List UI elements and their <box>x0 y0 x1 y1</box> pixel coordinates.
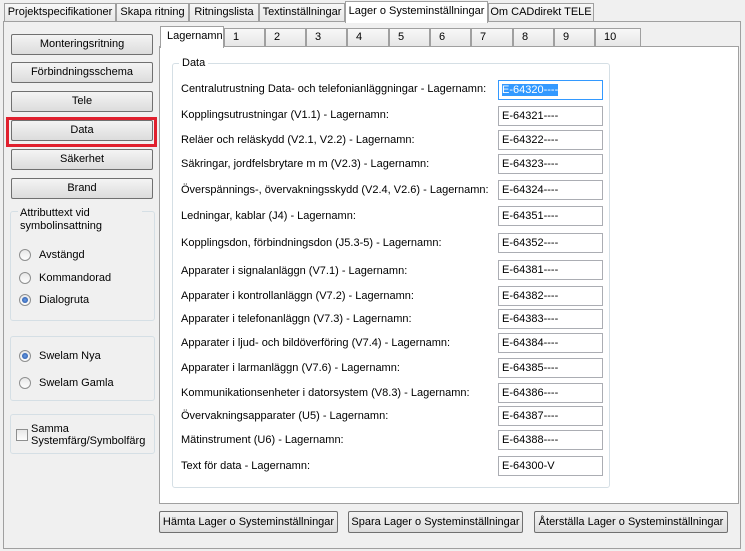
row-label: Kommunikationsenheter i datorsystem (V8.… <box>181 387 470 399</box>
lagernamn-input[interactable]: E-64381---- <box>498 260 603 280</box>
row-label: Reläer och reläskydd (V2.1, V2.2) - Lage… <box>181 134 415 146</box>
color-checkbox-group: Samma Systemfärg/Symbolfärg <box>10 414 155 454</box>
radio-circle[interactable] <box>19 249 31 261</box>
lagernamn-input[interactable]: E-64321---- <box>498 106 603 126</box>
radio-label: Swelam Gamla <box>39 377 114 389</box>
row-label: Övervakningsapparater (U5) - Lagernamn: <box>181 410 389 422</box>
row-label: Apparater i larmanläggn (V7.6) - Lagerna… <box>181 362 400 374</box>
checkbox-label: Samma Systemfärg/Symbolfärg <box>31 423 146 447</box>
lagernamn-input[interactable]: E-64386---- <box>498 383 603 403</box>
lagernamn-input[interactable]: E-64320---- <box>498 80 603 100</box>
lagernamn-input[interactable]: E-64322---- <box>498 130 603 150</box>
tab-om-caddirekt-tele[interactable]: Om CADdirekt TELE <box>488 3 594 22</box>
lagernamn-input[interactable]: E-64352---- <box>498 233 603 253</box>
row-label: Kopplingsdon, förbindningsdon (J5.3-5) -… <box>181 237 442 249</box>
radio-circle[interactable] <box>19 272 31 284</box>
radio-label: Dialogruta <box>39 294 90 306</box>
lagernamn-input[interactable]: E-64388---- <box>498 430 603 450</box>
lagernamn-input[interactable]: E-64383---- <box>498 309 603 329</box>
radio-circle-selected[interactable] <box>19 294 31 306</box>
tab-7[interactable]: 7 <box>471 28 513 47</box>
tab-2[interactable]: 2 <box>265 28 306 47</box>
forbindningsschema-button[interactable]: Förbindningsschema <box>11 62 153 83</box>
tab-lager-o-systeminstallningar[interactable]: Lager o Systeminställningar <box>345 1 488 23</box>
tab-1[interactable]: 1 <box>224 28 265 47</box>
row-label: Apparater i signalanläggn (V7.1) - Lager… <box>181 265 408 277</box>
tab-ritningslista[interactable]: Ritningslista <box>189 3 259 22</box>
lagernamn-input[interactable]: E-64324---- <box>498 180 603 200</box>
radio-label: Kommandorad <box>39 272 112 284</box>
lagernamn-input[interactable]: E-64382---- <box>498 286 603 306</box>
tab-textinstallningar[interactable]: Textinställningar <box>259 3 345 22</box>
lagernamn-input[interactable]: E-64351---- <box>498 206 603 226</box>
hamta-lager-button[interactable]: Hämta Lager o Systeminställningar <box>159 511 338 533</box>
radio-label: Avstängd <box>39 249 85 261</box>
tab-skapa-ritning[interactable]: Skapa ritning <box>116 3 189 22</box>
lagernamn-input[interactable]: E-64323---- <box>498 154 603 174</box>
radio-circle-selected[interactable] <box>19 350 31 362</box>
monteringsritning-button[interactable]: Monteringsritning <box>11 34 153 55</box>
attribute-text-group: Attributtext vid symbolinsattning Avstän… <box>10 207 155 321</box>
tab-10[interactable]: 10 <box>595 28 641 47</box>
data-button-highlight <box>6 117 157 147</box>
tab-lagernamn[interactable]: Lagernamn <box>160 26 224 48</box>
row-label: Apparater i ljud- och bildöverföring (V7… <box>181 337 451 349</box>
attribute-group-title: Attributtext vid symbolinsattning <box>18 207 142 233</box>
tab-8[interactable]: 8 <box>513 28 554 47</box>
lagernamn-input[interactable]: E-64385---- <box>498 358 603 378</box>
aterstalla-lager-button[interactable]: Återställa Lager o Systeminställningar <box>534 511 728 533</box>
brand-button[interactable]: Brand <box>11 178 153 199</box>
swelam-group: Swelam Nya Swelam Gamla <box>10 336 155 401</box>
radio-circle[interactable] <box>19 377 31 389</box>
row-label: Mätinstrument (U6) - Lagernamn: <box>181 434 344 446</box>
tab-3[interactable]: 3 <box>306 28 347 47</box>
data-group-title: Data <box>179 57 209 69</box>
row-label: Centralutrustning Data- och telefonianlä… <box>181 83 487 95</box>
tab-9[interactable]: 9 <box>554 28 595 47</box>
row-label: Säkringar, jordfelsbrytare m m (V2.3) - … <box>181 158 430 170</box>
input-value: E-64320---- <box>502 84 559 96</box>
row-label: Överspännings-, övervakningsskydd (V2.4,… <box>181 184 489 196</box>
tab-6[interactable]: 6 <box>430 28 471 47</box>
lagernamn-input[interactable]: E-64300-V <box>498 456 603 476</box>
row-label: Ledningar, kablar (J4) - Lagernamn: <box>181 210 356 222</box>
row-label: Text för data - Lagernamn: <box>181 460 311 472</box>
tele-button[interactable]: Tele <box>11 91 153 112</box>
row-label: Kopplingsutrustningar (V1.1) - Lagernamn… <box>181 109 389 121</box>
radio-label: Swelam Nya <box>39 350 101 362</box>
lagernamn-input[interactable]: E-64387---- <box>498 406 603 426</box>
spara-lager-button[interactable]: Spara Lager o Systeminställningar <box>348 511 523 533</box>
tab-projektspecifikationer[interactable]: Projektspecifikationer <box>4 3 116 22</box>
samma-systemfarg-checkbox[interactable] <box>16 429 28 441</box>
sakerhet-button[interactable]: Säkerhet <box>11 149 153 170</box>
tab-4[interactable]: 4 <box>347 28 389 47</box>
lagernamn-input[interactable]: E-64384---- <box>498 333 603 353</box>
tab-5[interactable]: 5 <box>389 28 430 47</box>
row-label: Apparater i telefonanläggn (V7.3) - Lage… <box>181 313 412 325</box>
row-label: Apparater i kontrollanläggn (V7.2) - Lag… <box>181 290 414 302</box>
